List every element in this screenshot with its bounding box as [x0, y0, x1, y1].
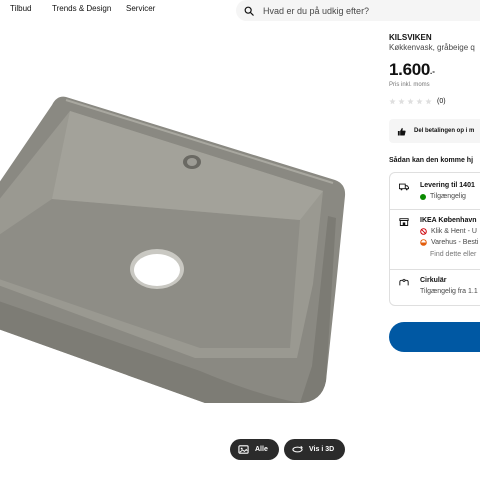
payment-banner-text: Del betalingen op i m: [414, 128, 475, 134]
delivery-card: Levering til 1401 Tilgængelig IKEA Køben…: [389, 172, 480, 306]
product-gallery: [0, 36, 370, 436]
search-icon: [244, 6, 254, 16]
circular-hands-icon: [399, 278, 409, 286]
price-amount: 1.600: [389, 60, 431, 79]
divider: [390, 269, 480, 270]
delivery-status-label: Tilgængelig: [430, 193, 466, 200]
unavailable-icon: [420, 228, 427, 235]
product-description: Køkkenvask, gråbeige q: [389, 43, 475, 52]
store-icon: [399, 218, 409, 226]
circular-row-status: Tilgængelig fra 1.1: [420, 288, 478, 295]
delivery-row-status: Tilgængelig: [420, 193, 466, 200]
click-collect-label: Klik & Hent - U: [431, 228, 477, 235]
image-grid-icon: [238, 445, 249, 454]
delivery-heading: Sådan kan den komme hj: [389, 157, 474, 164]
circular-row-title[interactable]: Cirkulär: [420, 277, 446, 284]
price-suffix: .-: [430, 67, 435, 76]
nav-trends-design[interactable]: Trends & Design: [52, 4, 111, 13]
nav-servicer[interactable]: Servicer: [126, 4, 155, 13]
view-in-3d-button[interactable]: Vis i 3D: [284, 439, 345, 460]
product-image-sink[interactable]: [0, 36, 370, 436]
review-count[interactable]: (0): [437, 98, 446, 105]
gallery-all-label: Alle: [255, 446, 268, 453]
click-collect-status: Klik & Hent - U: [420, 228, 477, 235]
product-info: KILSVIKEN Køkkenvask, gråbeige q 1.600 .…: [389, 0, 480, 480]
price-note: Pris inkl. moms: [389, 82, 430, 88]
star-icon: [425, 98, 432, 105]
divider: [390, 209, 480, 210]
product-price: 1.600 .-: [389, 60, 435, 80]
payment-banner[interactable]: Del betalingen op i m: [389, 119, 480, 143]
rotate-3d-icon: [292, 445, 303, 453]
nav-tilbud[interactable]: Tilbud: [10, 4, 32, 13]
add-to-cart-button[interactable]: [389, 322, 480, 352]
star-icon: [407, 98, 414, 105]
available-dot-icon: [420, 193, 426, 200]
star-icon: [398, 98, 405, 105]
view-in-3d-label: Vis i 3D: [309, 446, 335, 453]
store-stock-status: Varehus - Besti: [420, 239, 478, 246]
thumbs-up-icon: [397, 127, 406, 136]
rating-stars[interactable]: [389, 98, 432, 105]
store-stock-label: Varehus - Besti: [431, 239, 479, 246]
store-row-title[interactable]: IKEA København: [420, 217, 477, 224]
star-icon: [389, 98, 396, 105]
truck-icon: [399, 183, 409, 191]
delivery-row-title[interactable]: Levering til 1401: [420, 182, 475, 189]
gallery-all-button[interactable]: Alle: [230, 439, 279, 460]
store-half-stock-icon: [420, 239, 427, 246]
star-icon: [416, 98, 423, 105]
find-in-store-link[interactable]: Find dette eller: [430, 251, 476, 258]
product-name: KILSVIKEN: [389, 33, 432, 42]
